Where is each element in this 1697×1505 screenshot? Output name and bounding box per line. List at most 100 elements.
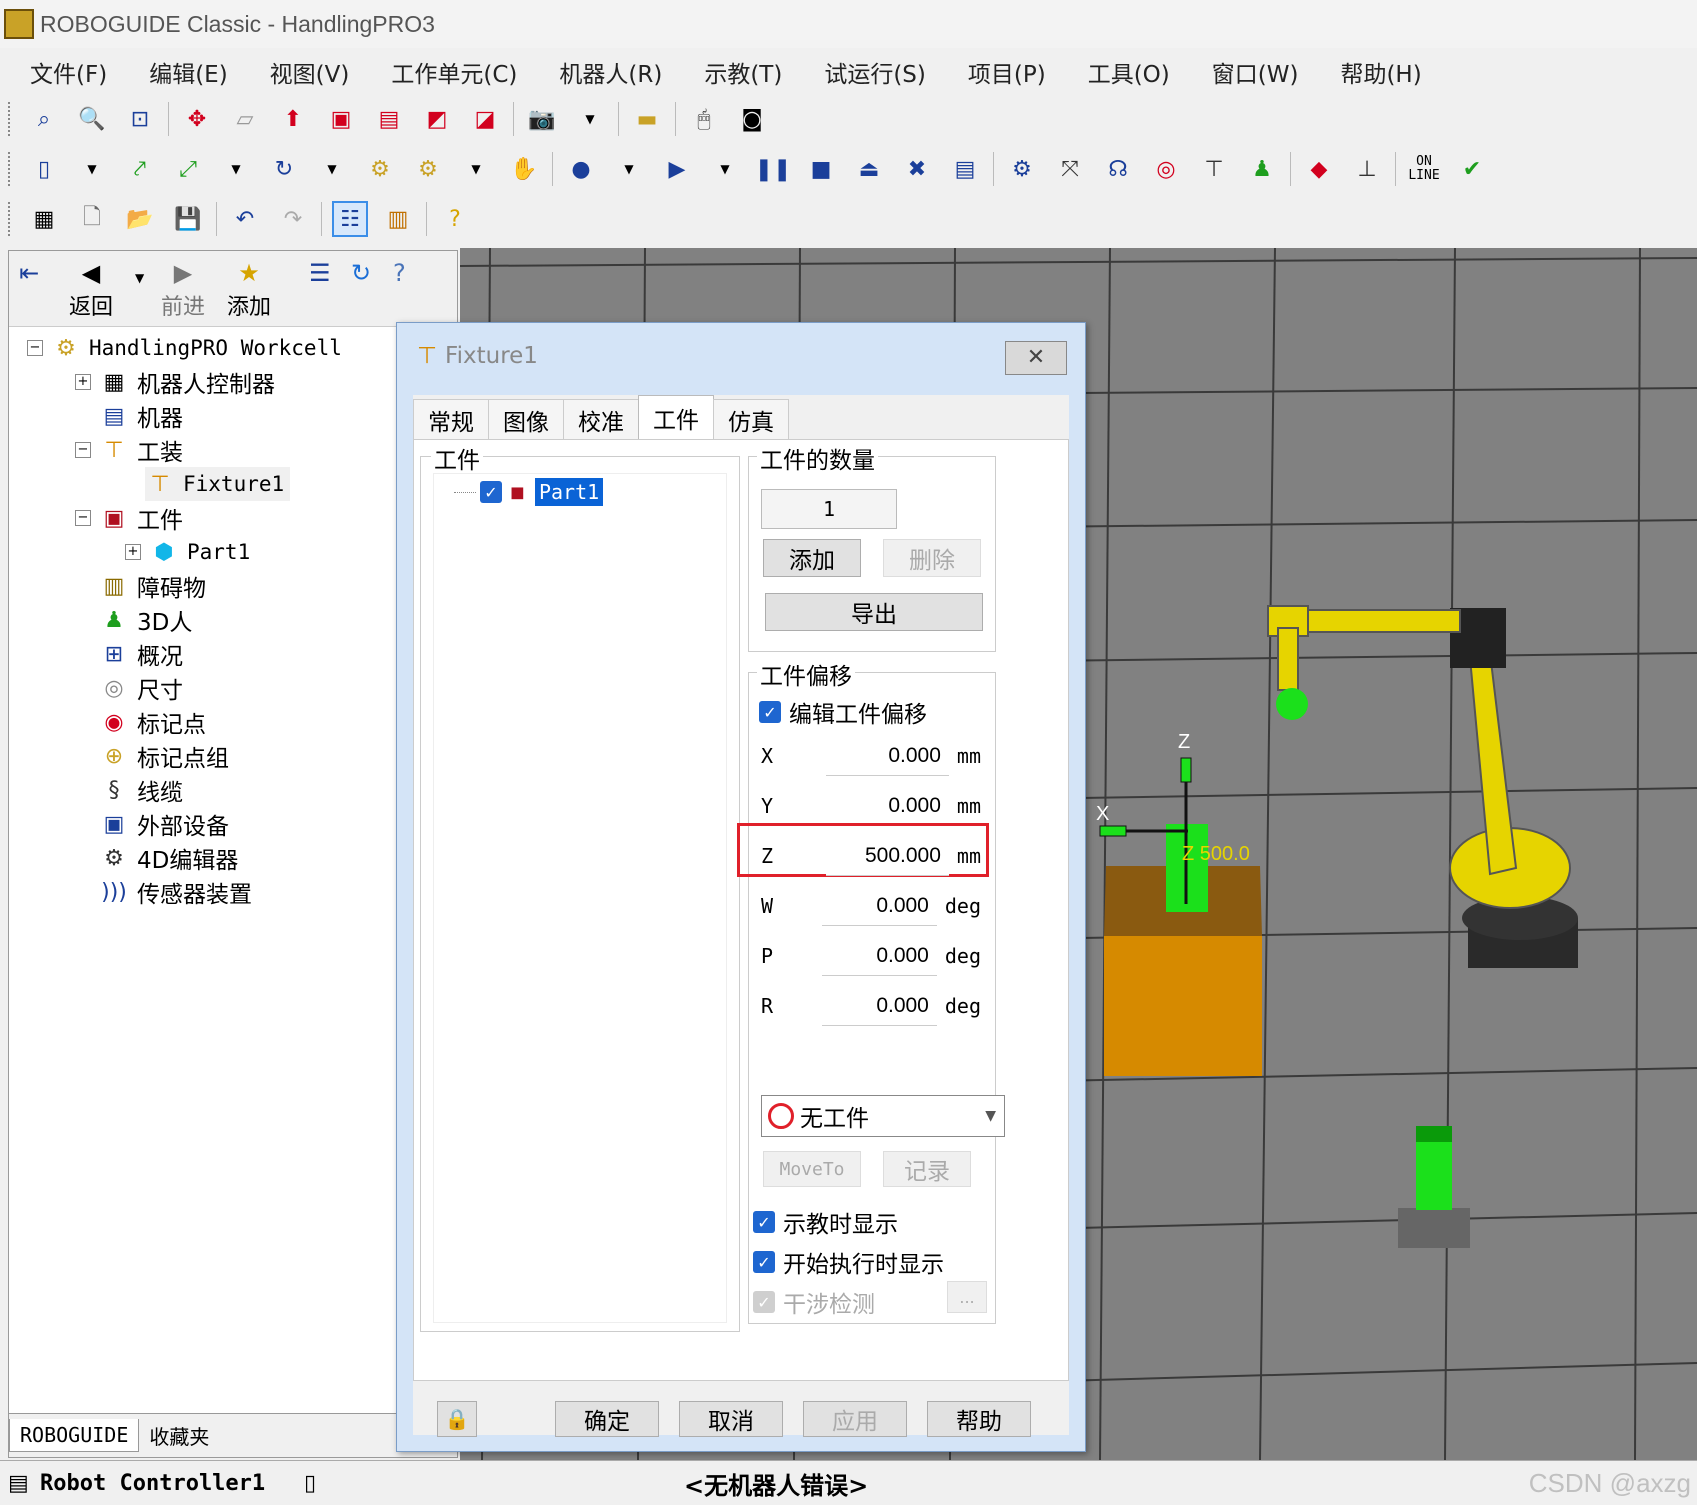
dropdown-arrow-icon[interactable]: ▼ bbox=[458, 151, 494, 187]
zoom-fit-icon[interactable]: ⊡ bbox=[122, 101, 158, 137]
tree-item-dimensions[interactable]: ◎ 尺寸 bbox=[99, 671, 183, 705]
expand-icon[interactable]: + bbox=[125, 544, 141, 560]
robot-controller-label[interactable]: Robot Controller1 bbox=[40, 1471, 265, 1496]
menu-test-run[interactable]: 试运行(S) bbox=[824, 55, 926, 89]
dock-button[interactable]: ⇤ bbox=[19, 259, 39, 289]
person-icon[interactable]: ♟ bbox=[1244, 151, 1280, 187]
zoom-area-icon[interactable]: ⌕ bbox=[26, 101, 62, 137]
tab-roboguide[interactable]: ROBOGUIDE bbox=[9, 1419, 140, 1452]
fixture-toolbar-icon[interactable]: ⊤ bbox=[1196, 151, 1232, 187]
lock-button[interactable]: 🔒 bbox=[437, 1401, 477, 1437]
offset-r-input[interactable]: 0.000 bbox=[821, 986, 937, 1026]
check-icon[interactable]: ✔ bbox=[1454, 151, 1490, 187]
back-dropdown-icon[interactable]: ▼ bbox=[135, 271, 144, 285]
menu-project[interactable]: 项目(P) bbox=[968, 55, 1046, 89]
tree-item-external-devices[interactable]: ▣ 外部设备 bbox=[99, 807, 229, 841]
tree-item-parts[interactable]: − ▣ 工件 bbox=[75, 501, 183, 535]
collapse-icon[interactable]: − bbox=[75, 510, 91, 526]
view-reset-icon[interactable]: ◪ bbox=[467, 101, 503, 137]
tree-item-robot-controller[interactable]: + ▦ 机器人控制器 bbox=[75, 365, 275, 399]
menu-edit[interactable]: 编辑(E) bbox=[149, 55, 227, 89]
tree-item-3d-human[interactable]: ♟ 3D人 bbox=[99, 603, 192, 637]
dropdown-arrow-icon[interactable]: ▼ bbox=[572, 101, 608, 137]
robot-model[interactable] bbox=[1267, 605, 1578, 968]
measure-icon[interactable]: ⊥ bbox=[1349, 151, 1385, 187]
tab-parts[interactable]: 工件 bbox=[638, 395, 714, 439]
eject-icon[interactable]: ⏏ bbox=[851, 151, 887, 187]
collision-checkbox[interactable]: ✓ bbox=[753, 1291, 775, 1313]
robot-arm-icon[interactable]: ☊ bbox=[1100, 151, 1136, 187]
path-icon[interactable]: ↻ bbox=[266, 151, 302, 187]
offset-y-input[interactable]: 0.000 bbox=[826, 786, 949, 826]
hand-icon[interactable]: ✋ bbox=[506, 151, 542, 187]
tree-item-fixtures[interactable]: − ⊤ 工装 bbox=[75, 433, 183, 467]
axis-icon[interactable]: ⤧ bbox=[1052, 151, 1088, 187]
tree-item-cables[interactable]: § 线缆 bbox=[99, 773, 184, 807]
collapse-icon[interactable]: − bbox=[27, 340, 43, 356]
view-top-icon[interactable]: ⬆ bbox=[275, 101, 311, 137]
moveto-button[interactable]: MoveTo bbox=[763, 1151, 861, 1187]
show-teach-row[interactable]: ✓ 示教时显示 bbox=[753, 1205, 898, 1239]
offset-z-input[interactable]: 500.000 bbox=[826, 836, 949, 876]
show-run-row[interactable]: ✓ 开始执行时显示 bbox=[753, 1245, 944, 1279]
tree-item-target-groups[interactable]: ⊕ 标记点组 bbox=[99, 739, 229, 773]
record-2d-icon[interactable]: ● bbox=[563, 151, 599, 187]
conveyor-model[interactable] bbox=[1398, 1126, 1470, 1248]
view-front-icon[interactable]: ▣ bbox=[323, 101, 359, 137]
tree-item-profile[interactable]: ⊞ 概况 bbox=[99, 637, 183, 671]
forward-button[interactable]: ▶ 前进 bbox=[161, 259, 205, 321]
robot-program-icon[interactable]: ⚙ bbox=[362, 151, 398, 187]
tree-item-fixture1[interactable]: ⊤ Fixture1 bbox=[145, 467, 291, 501]
online-button[interactable]: ON LINE bbox=[1406, 151, 1442, 187]
dropdown-arrow-icon[interactable]: ▼ bbox=[74, 151, 110, 187]
tab-favorites[interactable]: 收藏夹 bbox=[139, 1417, 219, 1454]
offset-x-input[interactable]: 0.000 bbox=[826, 736, 949, 776]
part-select-dropdown[interactable]: 无工件 ▼ bbox=[761, 1095, 1005, 1137]
help-button[interactable]: ? bbox=[393, 259, 406, 289]
tab-general[interactable]: 常规 bbox=[413, 399, 489, 439]
zoom-icon[interactable]: 🔍 bbox=[74, 101, 110, 137]
menu-view[interactable]: 视图(V) bbox=[270, 55, 350, 89]
edit-offset-checkbox[interactable]: ✓ bbox=[759, 701, 781, 723]
menu-window[interactable]: 窗口(W) bbox=[1212, 55, 1299, 89]
show-run-checkbox[interactable]: ✓ bbox=[753, 1251, 775, 1273]
touchup-icon[interactable]: ⤤ bbox=[122, 151, 158, 187]
toolbar-grip[interactable] bbox=[8, 202, 12, 236]
menu-file[interactable]: 文件(F) bbox=[30, 55, 107, 89]
show-teach-checkbox[interactable]: ✓ bbox=[753, 1211, 775, 1233]
menu-tools[interactable]: 工具(O) bbox=[1088, 55, 1170, 89]
dropdown-arrow-icon[interactable]: ▼ bbox=[218, 151, 254, 187]
dropdown-arrow-icon[interactable]: ▼ bbox=[707, 151, 743, 187]
move-to-icon[interactable]: ⤢ bbox=[170, 151, 206, 187]
offset-w-input[interactable]: 0.000 bbox=[821, 886, 937, 926]
view-angle-icon[interactable]: ▱ bbox=[227, 101, 263, 137]
tree-item-sensor-units[interactable]: ))) 传感器装置 bbox=[99, 875, 252, 909]
run-panel-icon[interactable]: ▤ bbox=[947, 151, 983, 187]
export-button[interactable]: 导出 bbox=[765, 593, 983, 631]
toolbar-grip[interactable] bbox=[8, 152, 12, 186]
collision-icon[interactable]: ◆ bbox=[1301, 151, 1337, 187]
open-folder-icon[interactable]: 📂 bbox=[122, 201, 158, 237]
tab-calibration[interactable]: 校准 bbox=[563, 399, 639, 439]
close-button[interactable]: ✕ bbox=[1005, 341, 1067, 375]
collapse-icon[interactable]: − bbox=[75, 442, 91, 458]
grid-icon[interactable]: ▦ bbox=[26, 201, 62, 237]
view-side-icon[interactable]: ▤ bbox=[371, 101, 407, 137]
tab-image[interactable]: 图像 bbox=[488, 399, 564, 439]
undo-icon[interactable]: ↶ bbox=[227, 201, 263, 237]
target-icon[interactable]: ◎ bbox=[1148, 151, 1184, 187]
ruler-icon[interactable]: ▬ bbox=[629, 101, 665, 137]
menu-teach[interactable]: 示教(T) bbox=[704, 55, 782, 89]
tree-view-button[interactable]: ☰ bbox=[309, 259, 331, 289]
menu-help[interactable]: 帮助(H) bbox=[1340, 55, 1421, 89]
tree-item-4d-editor[interactable]: ⚙ 4D编辑器 bbox=[99, 841, 238, 875]
part-list-item[interactable]: ✓ ◼ Part1 bbox=[454, 478, 604, 506]
tab-simulation[interactable]: 仿真 bbox=[713, 399, 789, 439]
help-icon[interactable]: ? bbox=[437, 201, 473, 237]
toolbar-grip[interactable] bbox=[8, 102, 12, 136]
abort-icon[interactable]: ✖ bbox=[899, 151, 935, 187]
menu-robot[interactable]: 机器人(R) bbox=[559, 55, 662, 89]
apply-button[interactable]: 应用 bbox=[803, 1401, 907, 1437]
back-button[interactable]: ◀ 返回 bbox=[69, 259, 113, 321]
dropdown-arrow-icon[interactable]: ▼ bbox=[611, 151, 647, 187]
